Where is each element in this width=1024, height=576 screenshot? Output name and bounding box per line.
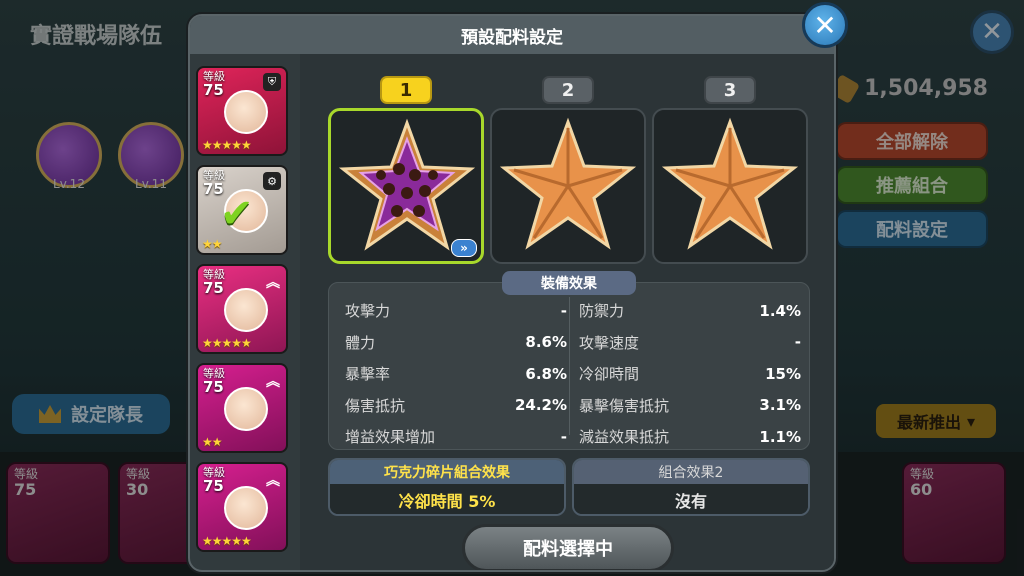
preset-tab-2[interactable]: 2 <box>542 76 594 104</box>
double-up-icon: ︽ <box>266 374 280 390</box>
topping-selecting-button[interactable]: 配料選擇中 <box>462 524 674 570</box>
stat-row: 暴擊率 6.8% <box>345 364 567 384</box>
cookie-card[interactable]: 等級 75 ︽ ★★★★★ <box>196 462 288 552</box>
stats-left: 攻擊力 - 體力 8.6% 暴擊率 6.8% 傷害抵抗 24.2% 增益效果增加 - <box>345 295 567 453</box>
double-up-icon: ︽ <box>266 473 280 489</box>
combo-effect-title: 巧克力碎片組合效果 <box>330 460 564 484</box>
cookie-list: 等級 75 ⛨ ★★★★★ 等級 75 ⚙ ✔ ★★ 等級 75 ︽ ★★★★★ 等級… <box>196 66 292 561</box>
stat-row: 攻擊速度 - <box>579 333 801 352</box>
effects-title: 裝備效果 <box>502 271 636 295</box>
shield-icon: ⛨ <box>263 73 281 91</box>
topping-preset-modal: 預設配料設定 等級 75 ⛨ ★★★★★ 等級 75 ⚙ ✔ ★★ 等級 75 ︽ ★… <box>188 14 836 572</box>
stat-divider <box>569 297 570 435</box>
cookie-portrait <box>224 486 268 530</box>
stat-row: 減益效果抵抗 1.1% <box>579 427 801 447</box>
cookie-portrait <box>224 288 268 332</box>
preset-content: 1 2 3 » 裝備效果 攻擊力 - 體力 8.6% 暴擊率 6.8% 傷害抵抗… <box>300 54 834 570</box>
preset-tab-1[interactable]: 1 <box>380 76 432 104</box>
close-icon[interactable]: ✕ <box>802 2 848 48</box>
star-rating: ★★★★★ <box>202 336 252 350</box>
star-topping-icon <box>338 118 476 251</box>
star-rating: ★★★★★ <box>202 138 252 152</box>
stat-row: 體力 8.6% <box>345 333 567 352</box>
stat-row: 傷害抵抗 24.2% <box>345 396 567 415</box>
cookie-level: 等級 75 <box>203 466 225 495</box>
preset-slot-3[interactable] <box>652 108 808 264</box>
stat-row: 攻擊力 - <box>345 301 567 321</box>
cookie-card[interactable]: 等級 75 ⚙ ✔ ★★ <box>196 165 288 255</box>
cookie-card[interactable]: 等級 75 ︽ ★★ <box>196 363 288 453</box>
star-rating: ★★ <box>202 435 222 449</box>
double-chevron-right-icon[interactable]: » <box>451 239 477 257</box>
combo-effect-1: 巧克力碎片組合效果 冷卻時間 5% <box>328 458 566 516</box>
modal-title: 預設配料設定 <box>190 16 834 54</box>
cookie-card[interactable]: 等級 75 ︽ ★★★★★ <box>196 264 288 354</box>
combo-effect-2: 組合效果2 沒有 <box>572 458 810 516</box>
star-rating: ★★★★★ <box>202 534 252 548</box>
cookie-level: 等級 75 <box>203 367 225 396</box>
stat-row: 冷卻時間 15% <box>579 364 801 384</box>
combo-effect-title: 組合效果2 <box>574 460 808 484</box>
combo-effect-value: 冷卻時間 5% <box>330 484 564 514</box>
combo-effect-value: 沒有 <box>574 484 808 514</box>
preset-tab-3[interactable]: 3 <box>704 76 756 104</box>
star-slot-empty-icon <box>661 117 799 250</box>
cookie-portrait <box>224 90 268 134</box>
effects-panel: 攻擊力 - 體力 8.6% 暴擊率 6.8% 傷害抵抗 24.2% 增益效果增加 - 防禦… <box>328 282 810 450</box>
cookie-portrait <box>224 387 268 431</box>
stats-right: 防禦力 1.4% 攻擊速度 - 冷卻時間 15% 暴擊傷害抵抗 3.1% 減益效果抵抗 1… <box>579 295 801 453</box>
star-slot-empty-icon <box>499 117 637 250</box>
stat-row: 防禦力 1.4% <box>579 301 801 321</box>
gear-icon: ⚙ <box>263 172 281 190</box>
cookie-level: 等級 75 <box>203 70 225 99</box>
stat-row: 增益效果增加 - <box>345 427 567 447</box>
double-up-icon: ︽ <box>266 275 280 291</box>
star-rating: ★★ <box>202 237 222 251</box>
preset-slot-2[interactable] <box>490 108 646 264</box>
checkmark-icon: ✔ <box>220 191 254 237</box>
preset-slot-1[interactable]: » <box>328 108 484 264</box>
stat-row: 暴擊傷害抵抗 3.1% <box>579 396 801 415</box>
cookie-level: 等級 75 <box>203 268 225 297</box>
cookie-card[interactable]: 等級 75 ⛨ ★★★★★ <box>196 66 288 156</box>
